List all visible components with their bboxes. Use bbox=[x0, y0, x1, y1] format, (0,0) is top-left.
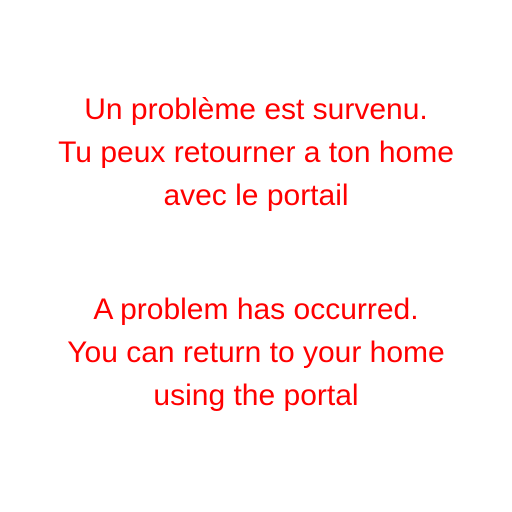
error-message-english-line-1: A problem has occurred. bbox=[93, 293, 419, 326]
error-message-english-line-3: using the portal bbox=[153, 379, 359, 412]
error-message-french: Un problème est survenu. Tu peux retourn… bbox=[0, 88, 512, 217]
error-message-french-line-1: Un problème est survenu. bbox=[84, 93, 428, 126]
error-screen: Un problème est survenu. Tu peux retourn… bbox=[0, 0, 512, 512]
error-message-french-line-3: avec le portail bbox=[163, 179, 349, 212]
error-message-french-line-2: Tu peux retourner a ton home bbox=[58, 136, 454, 169]
error-message-english: A problem has occurred. You can return t… bbox=[0, 288, 512, 417]
error-message-english-line-2: You can return to your home bbox=[67, 336, 445, 369]
